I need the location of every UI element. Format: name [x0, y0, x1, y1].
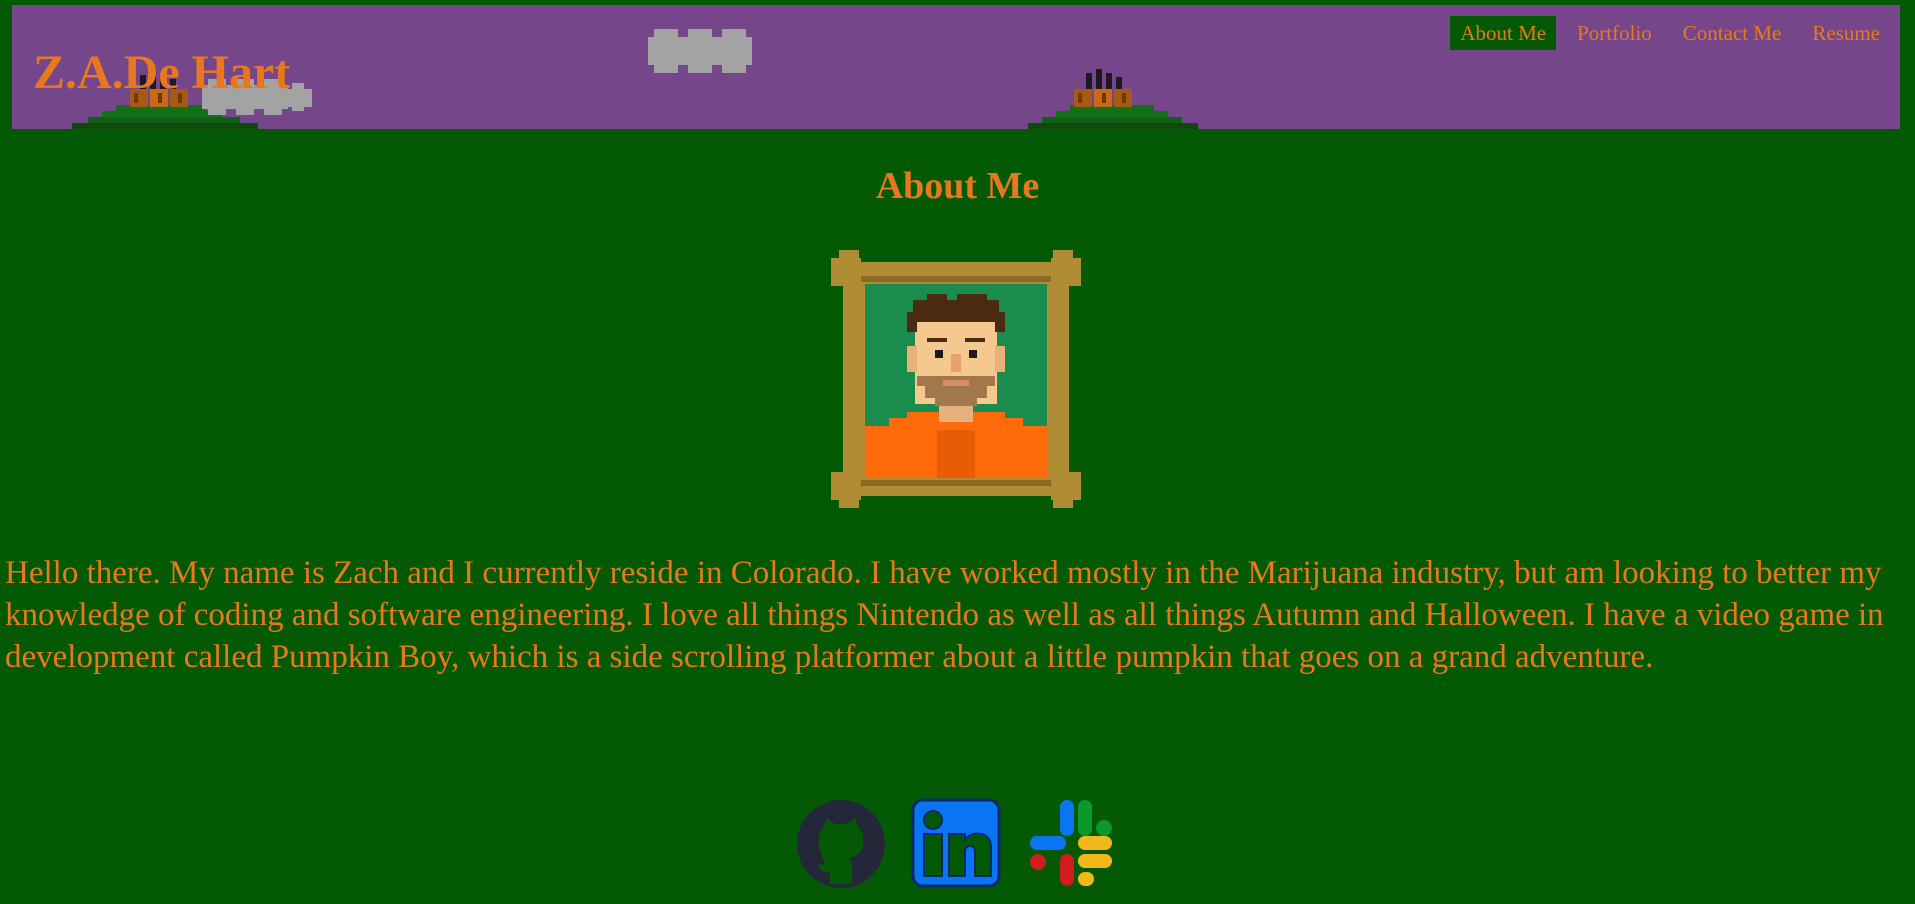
pumpkins-right [1074, 69, 1132, 107]
nav-resume[interactable]: Resume [1802, 16, 1890, 50]
site-header: Z.A.De Hart About Me Portfolio Contact M… [12, 5, 1900, 129]
github-icon[interactable] [795, 798, 887, 890]
about-bio: Hello there. My name is Zach and I curre… [5, 555, 1884, 675]
hill-right [1028, 105, 1198, 129]
cloud-center [648, 29, 752, 73]
nav-contact-me[interactable]: Contact Me [1673, 16, 1792, 50]
profile-portrait [831, 250, 1081, 508]
nav-portfolio[interactable]: Portfolio [1567, 16, 1662, 50]
page-title: About Me [875, 165, 1040, 207]
main-nav: About Me Portfolio Contact Me Resume [1439, 16, 1890, 50]
site-brand[interactable]: Z.A.De Hart [33, 41, 290, 105]
slack-icon[interactable] [1026, 798, 1116, 888]
linkedin-icon[interactable] [911, 798, 1001, 888]
nav-about-me[interactable]: About Me [1450, 16, 1557, 50]
